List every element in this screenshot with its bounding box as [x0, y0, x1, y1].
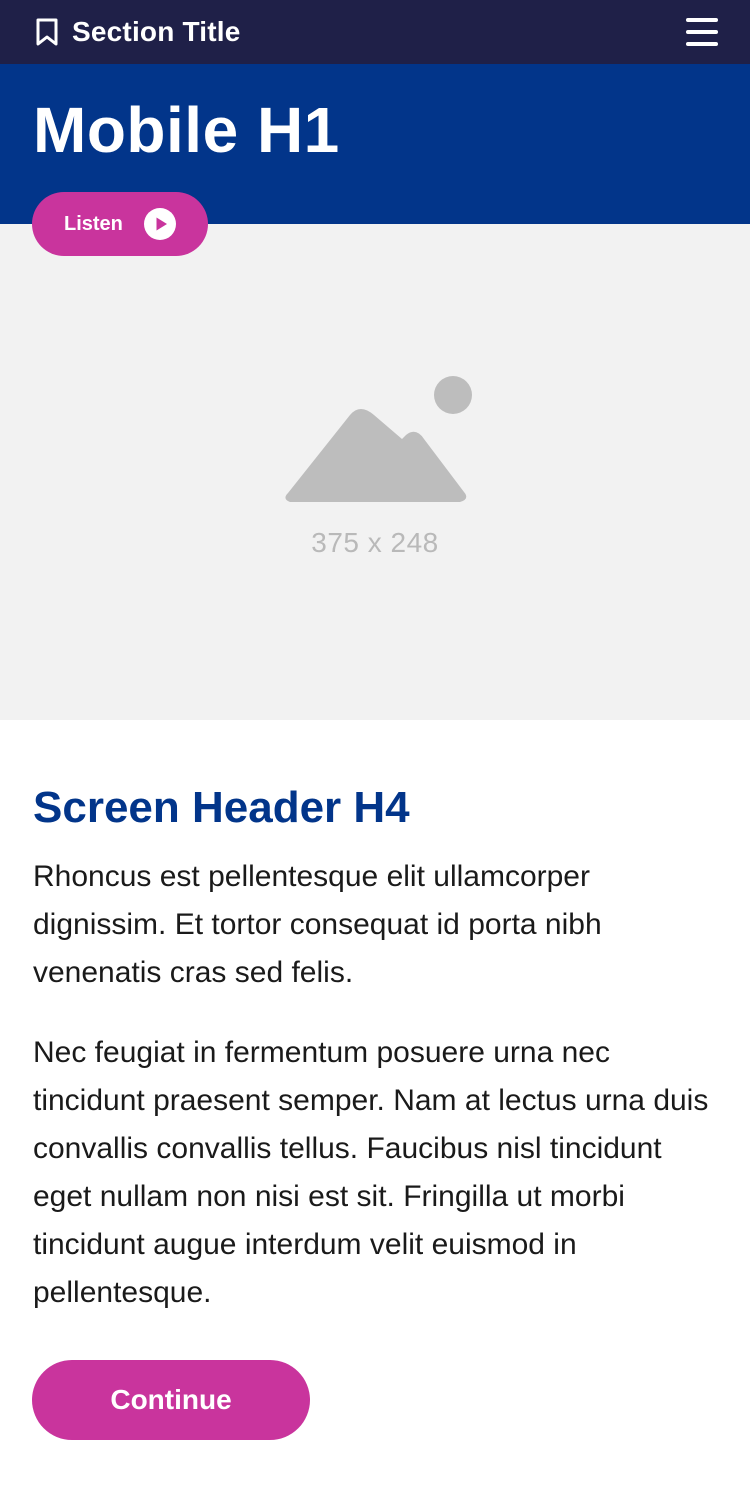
screen: Section Title Mobile H1 375 x 248 Listen… — [0, 0, 750, 1488]
hamburger-menu-icon[interactable] — [686, 16, 718, 48]
body-paragraph-2: Nec feugiat in fermentum posuere urna ne… — [33, 1036, 709, 1309]
bookmark-icon[interactable] — [34, 18, 60, 46]
image-placeholder-icon — [285, 376, 472, 502]
menu-line — [686, 30, 718, 34]
body-paragraph-1: Rhoncus est pellentesque elit ullamcorpe… — [33, 860, 602, 989]
screen-header: Screen Header H4 — [33, 783, 410, 832]
play-icon — [144, 208, 176, 240]
menu-line — [686, 18, 718, 22]
listen-button[interactable]: Listen — [32, 192, 208, 256]
listen-label: Listen — [64, 212, 123, 235]
top-app-bar: Section Title — [0, 0, 750, 64]
menu-line — [686, 42, 718, 46]
image-dimensions-label: 375 x 248 — [311, 527, 439, 558]
page-title: Mobile H1 — [33, 94, 340, 166]
section-title: Section Title — [72, 16, 241, 47]
continue-button[interactable]: Continue — [32, 1360, 310, 1440]
